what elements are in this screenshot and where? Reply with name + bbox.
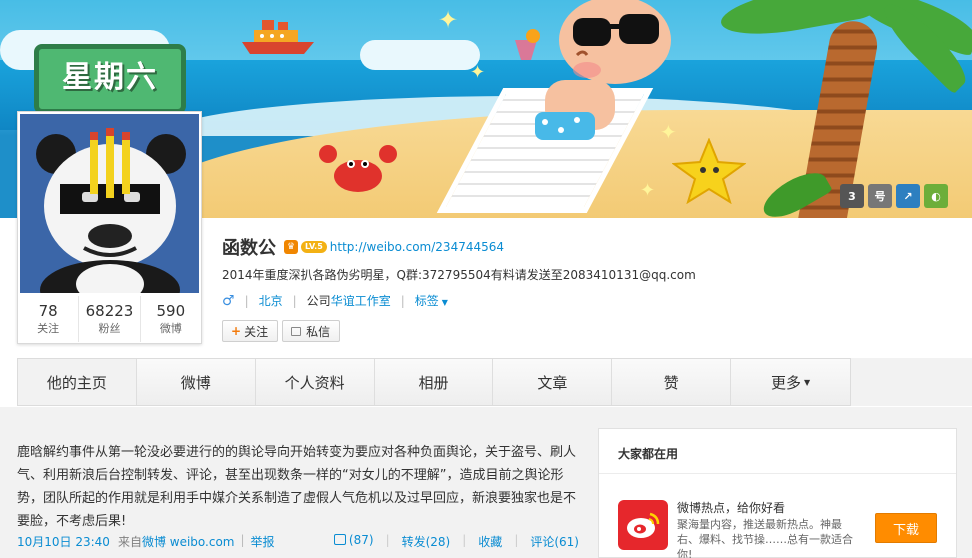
- tab-more[interactable]: 更多 ▼: [731, 359, 851, 405]
- avatar[interactable]: [20, 114, 199, 293]
- profile-stats: 78 关注 68223 粉丝 590 微博: [18, 296, 201, 342]
- share-icon[interactable]: ↗: [896, 184, 920, 208]
- post-source-prefix: 来自: [117, 535, 142, 549]
- vip-level-icon[interactable]: 3: [840, 184, 864, 208]
- location-link[interactable]: 北京: [259, 292, 283, 309]
- profile-tabs: 他的主页 微博 个人资料 相册 文章 赞 更多 ▼: [17, 358, 851, 406]
- ship-illustration: [242, 20, 314, 54]
- company-label: 公司: [306, 294, 331, 308]
- divider: |: [514, 533, 519, 547]
- favorite-button[interactable]: 收藏: [478, 533, 502, 550]
- recommended-apps-box: 大家都在用 微博热点，给你好看 聚海量内容，推送最新热点。神最右、爆料、找节操……: [598, 428, 957, 558]
- divider: |: [462, 533, 467, 547]
- level-badge[interactable]: LV.5: [301, 241, 327, 253]
- divider: |: [400, 293, 405, 308]
- stat-number: 590: [156, 302, 186, 320]
- stat-label: 粉丝: [98, 322, 121, 335]
- stat-following[interactable]: 78 关注: [18, 296, 80, 342]
- day-sign: 星期六: [34, 44, 186, 114]
- theme-icon[interactable]: ◐: [924, 184, 948, 208]
- stat-number: 68223: [85, 302, 134, 320]
- follow-button[interactable]: + 关注: [222, 320, 279, 342]
- profile-bio: 2014年重度深扒各路伪劣明星，Q群:372795504有料请发送至208341…: [222, 268, 696, 282]
- sparkle-icon: ✦: [640, 180, 656, 201]
- download-button[interactable]: 下载: [875, 513, 937, 543]
- profile-name-row: 函数公 ♛ LV.5 http://weibo.com/234744564: [222, 234, 504, 260]
- sparkle-icon: ✦: [438, 6, 459, 34]
- divider: |: [240, 533, 245, 547]
- profile-name: 函数公: [222, 238, 276, 259]
- app-icon[interactable]: [618, 500, 668, 550]
- tab-likes[interactable]: 赞: [612, 359, 732, 405]
- tab-articles[interactable]: 文章: [493, 359, 613, 405]
- tabs-filler: [851, 358, 972, 406]
- sparkle-icon: ✦: [470, 62, 486, 83]
- company-link[interactable]: 华谊工作室: [331, 292, 391, 309]
- profile-url-link[interactable]: http://weibo.com/234744564: [330, 240, 504, 254]
- panda-avatar-icon: [20, 114, 199, 293]
- profile-action-buttons: + 关注 私信: [222, 320, 341, 342]
- weibo-logo-icon: [627, 512, 660, 538]
- divider: |: [244, 293, 249, 308]
- message-button-label: 私信: [306, 324, 331, 339]
- verified-badge-icon[interactable]: ♛: [284, 240, 298, 254]
- post-actions: (87) | 转发(28) | 收藏 | 评论(61): [333, 533, 579, 550]
- divider: [599, 473, 956, 474]
- app-name[interactable]: 微博热点，给你好看: [677, 499, 785, 516]
- tags-label: 标签: [414, 294, 439, 308]
- like-count: (87): [348, 533, 374, 547]
- like-button[interactable]: (87): [333, 533, 374, 550]
- envelope-icon: [291, 326, 302, 336]
- chevron-down-icon: ▼: [804, 377, 811, 387]
- stat-followers[interactable]: 68223 粉丝: [79, 296, 141, 342]
- cover-icon-bar: 3 号 ↗ ◐: [840, 184, 948, 208]
- profile-meta: ♂ | 北京 | 公司 华谊工作室 | 标签 ▼: [222, 292, 448, 309]
- report-link[interactable]: 举报: [251, 533, 275, 550]
- stat-label: 关注: [37, 322, 60, 335]
- cartoon-character-illustration: [515, 0, 671, 140]
- stat-number: 78: [38, 302, 58, 320]
- comment-button[interactable]: 评论(61): [530, 533, 579, 550]
- post-time-link[interactable]: 10月10日 23:40: [17, 533, 110, 550]
- tab-home[interactable]: 他的主页: [18, 359, 137, 405]
- plus-icon: +: [231, 324, 242, 338]
- side-box-title: 大家都在用: [618, 447, 679, 461]
- divider: |: [292, 293, 297, 308]
- app-description: 聚海量内容，推送最新热点。神最右、爆料、找节操……总有一款适合你!: [677, 518, 853, 558]
- follow-button-label: 关注: [244, 324, 269, 339]
- avatar-card: 78 关注 68223 粉丝 590 微博: [17, 111, 202, 344]
- tab-more-label: 更多: [771, 373, 802, 392]
- tab-weibo[interactable]: 微博: [136, 359, 256, 405]
- post-source-link[interactable]: 微博 weibo.com: [142, 533, 235, 550]
- thumbs-up-icon: [333, 534, 346, 545]
- male-gender-icon: ♂: [222, 292, 235, 309]
- tab-profile-info[interactable]: 个人资料: [255, 359, 375, 405]
- forward-button[interactable]: 转发(28): [402, 533, 451, 550]
- sparkle-icon: ✦: [660, 120, 677, 144]
- post-text: 鹿晗解约事件从第一轮没必要进行的的舆论导向开始转变为要应对各种负面舆论，关于盗号…: [17, 445, 577, 529]
- tags-dropdown[interactable]: 标签 ▼: [415, 292, 448, 309]
- message-button[interactable]: 私信: [282, 320, 341, 342]
- account-number-icon[interactable]: 号: [868, 184, 892, 208]
- chevron-down-icon: ▼: [441, 298, 448, 307]
- stat-label: 微博: [159, 322, 182, 335]
- tab-album[interactable]: 相册: [374, 359, 494, 405]
- cloud-illustration: [360, 40, 480, 70]
- stat-posts[interactable]: 590 微博: [141, 296, 201, 342]
- starfish-illustration: [672, 138, 746, 204]
- crab-illustration: [319, 145, 397, 192]
- divider: |: [385, 533, 390, 547]
